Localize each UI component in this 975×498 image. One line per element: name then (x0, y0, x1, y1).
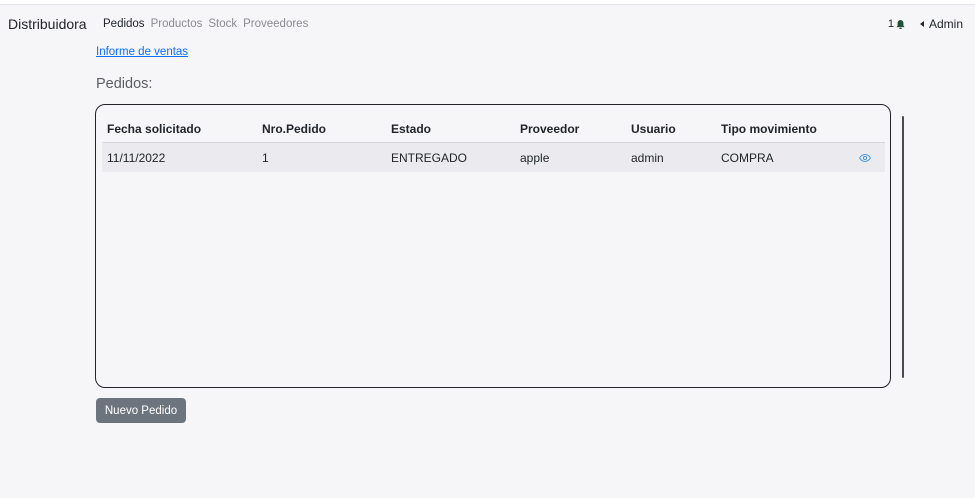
brand-title[interactable]: Distribuidora (8, 16, 87, 32)
column-header-nro-pedido: Nro.Pedido (262, 121, 327, 136)
caret-left-icon (919, 21, 924, 27)
cell-tipo-movimiento: COMPRA (716, 142, 840, 172)
cell-nro-pedido: 1 (257, 142, 386, 172)
cell-fecha: 11/11/2022 (102, 142, 257, 172)
bell-icon (896, 19, 905, 29)
nav-link-proveedores[interactable]: Proveedores (243, 18, 308, 30)
nav-link-productos[interactable]: Productos (151, 18, 203, 30)
table-header-row: Fecha solicitado Nro.Pedido Estado Prove… (102, 115, 885, 143)
user-menu[interactable]: Admin (919, 17, 963, 31)
table-row[interactable]: 11/11/2022 1 ENTREGADO apple admin COMPR… (102, 142, 885, 172)
column-header-usuario: Usuario (631, 121, 676, 136)
eye-icon[interactable] (859, 153, 871, 162)
window-top-edge (0, 0, 975, 5)
nav-links: Pedidos Productos Stock Proveedores (103, 18, 308, 30)
cell-actions (840, 142, 885, 172)
column-header-proveedor: Proveedor (520, 121, 580, 136)
notification-count: 1 (887, 18, 894, 30)
table-scrollbar[interactable] (902, 116, 904, 378)
orders-table: Fecha solicitado Nro.Pedido Estado Prove… (102, 115, 885, 172)
user-name: Admin (928, 17, 963, 31)
cell-proveedor: apple (515, 142, 626, 172)
notifications-button[interactable]: 1 (888, 18, 906, 30)
column-header-fecha: Fecha solicitado (107, 121, 202, 136)
section-title: Pedidos: (96, 76, 153, 92)
nav-link-stock[interactable]: Stock (208, 18, 237, 30)
column-header-actions (840, 115, 885, 143)
navbar: Distribuidora Pedidos Productos Stock Pr… (0, 8, 975, 40)
orders-table-card: Fecha solicitado Nro.Pedido Estado Prove… (95, 104, 891, 388)
page: Distribuidora Pedidos Productos Stock Pr… (0, 0, 975, 498)
sales-report-link[interactable]: Informe de ventas (96, 46, 188, 58)
column-header-tipo-movimiento: Tipo movimiento (721, 121, 817, 136)
new-order-button[interactable]: Nuevo Pedido (96, 398, 186, 423)
nav-link-pedidos[interactable]: Pedidos (103, 18, 145, 30)
cell-estado: ENTREGADO (386, 142, 515, 172)
column-header-estado: Estado (391, 121, 432, 136)
navbar-right: 1 Admin (888, 17, 963, 31)
cell-usuario: admin (626, 142, 716, 172)
